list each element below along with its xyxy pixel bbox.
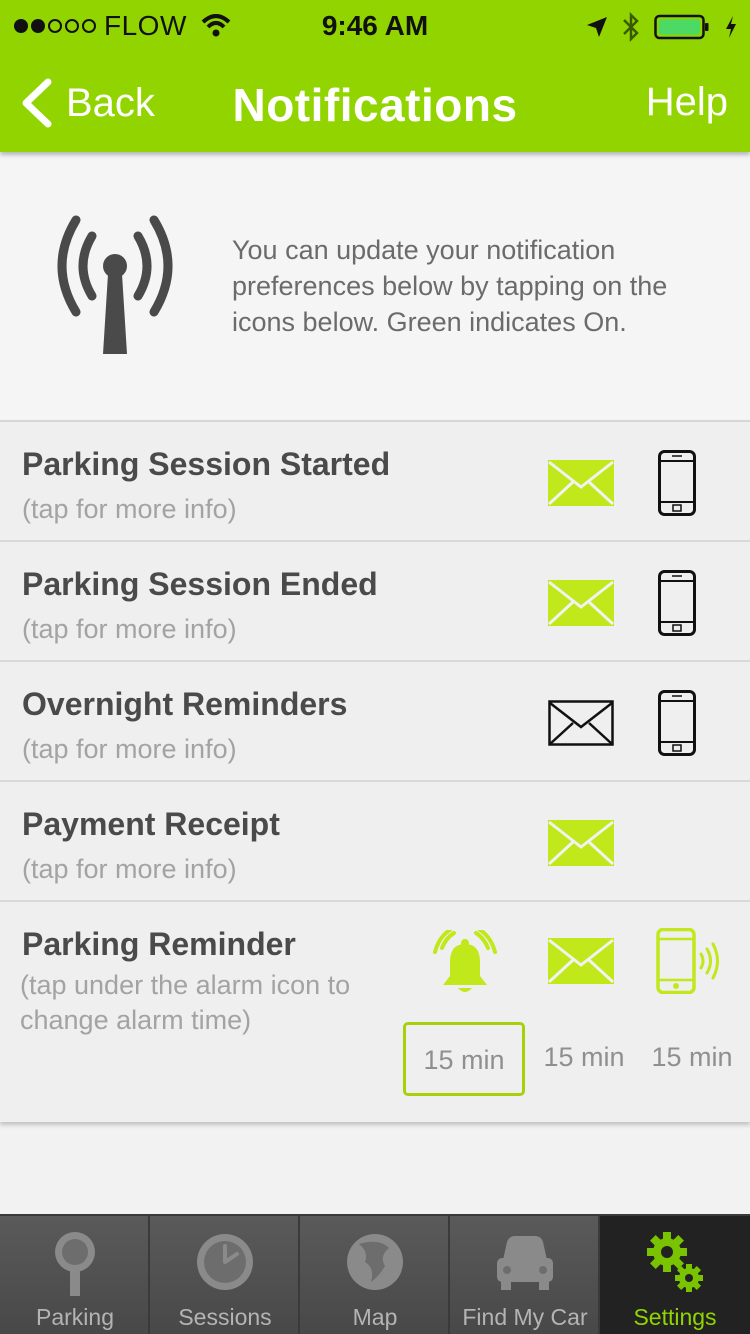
clock-icon <box>197 1234 253 1290</box>
tab-label: Settings <box>633 1304 717 1330</box>
phone-vibrate-icon[interactable] <box>656 928 722 994</box>
row-parking-reminder[interactable]: Parking Reminder (tap under the alarm ic… <box>0 902 750 1122</box>
page-title: Notifications <box>232 79 518 131</box>
phone-time-selector[interactable]: 15 min <box>644 1042 740 1073</box>
row-title: Overnight Reminders <box>22 686 348 722</box>
help-button[interactable]: Help <box>646 80 728 125</box>
row-overnight-reminders[interactable]: Overnight Reminders (tap for more info) <box>0 662 750 782</box>
row-parking-session-started[interactable]: Parking Session Started (tap for more in… <box>0 422 750 542</box>
intro-section: You can update your notification prefere… <box>0 152 750 420</box>
bluetooth-icon <box>623 12 639 42</box>
tab-sessions[interactable]: Sessions <box>150 1214 300 1334</box>
row-title: Parking Session Started <box>22 446 391 482</box>
tab-find-my-car[interactable]: Find My Car <box>450 1214 600 1334</box>
row-payment-receipt[interactable]: Payment Receipt (tap for more info) <box>0 782 750 902</box>
tab-map[interactable]: Map <box>300 1214 450 1334</box>
email-icon[interactable] <box>548 460 614 506</box>
tab-label: Find My Car <box>462 1304 588 1330</box>
tab-parking[interactable]: Parking <box>0 1214 150 1334</box>
phone-icon[interactable] <box>658 570 696 636</box>
status-right <box>586 12 738 42</box>
alarm-bell-icon[interactable] <box>432 930 498 996</box>
broadcast-tower-icon <box>57 215 173 354</box>
row-subtitle[interactable]: (tap for more info) <box>22 614 237 645</box>
email-time-selector[interactable]: 15 min <box>536 1042 632 1073</box>
battery-icon <box>654 14 709 40</box>
gears-icon <box>647 1232 703 1292</box>
email-icon[interactable] <box>548 700 614 746</box>
tab-settings[interactable]: Settings <box>600 1214 750 1334</box>
row-subtitle[interactable]: (tap for more info) <box>22 854 237 885</box>
row-title: Parking Session Ended <box>22 566 378 602</box>
nav-bar: Back Notifications Help <box>0 60 750 150</box>
header: FLOW 9:46 AM Back Notifications Help <box>0 0 750 152</box>
tab-label: Map <box>352 1304 398 1330</box>
charging-bolt-icon <box>726 16 736 38</box>
row-subtitle[interactable]: (tap for more info) <box>22 494 237 525</box>
globe-icon <box>347 1234 403 1290</box>
email-icon[interactable] <box>548 820 614 866</box>
row-parking-session-ended[interactable]: Parking Session Ended (tap for more info… <box>0 542 750 662</box>
tab-bar: Parking Sessions Map Find My Car Setting… <box>0 1214 750 1334</box>
car-icon <box>497 1236 553 1290</box>
phone-icon[interactable] <box>658 450 696 516</box>
row-title: Parking Reminder <box>22 926 296 962</box>
row-subtitle[interactable]: (tap for more info) <box>22 734 237 765</box>
row-subtitle[interactable]: (tap under the alarm icon to change alar… <box>20 968 380 1038</box>
tab-label: Sessions <box>178 1304 272 1330</box>
notification-list: Parking Session Started (tap for more in… <box>0 420 750 1122</box>
location-arrow-icon <box>587 17 607 37</box>
email-icon[interactable] <box>548 580 614 626</box>
phone-icon[interactable] <box>658 690 696 756</box>
parking-meter-icon <box>55 1232 95 1296</box>
row-title: Payment Receipt <box>22 806 280 842</box>
intro-text: You can update your notification prefere… <box>232 235 668 337</box>
email-icon[interactable] <box>548 938 614 984</box>
tab-label: Parking <box>36 1304 114 1330</box>
status-bar: FLOW 9:46 AM <box>0 0 750 52</box>
alarm-time-selector[interactable]: 15 min <box>403 1022 525 1096</box>
